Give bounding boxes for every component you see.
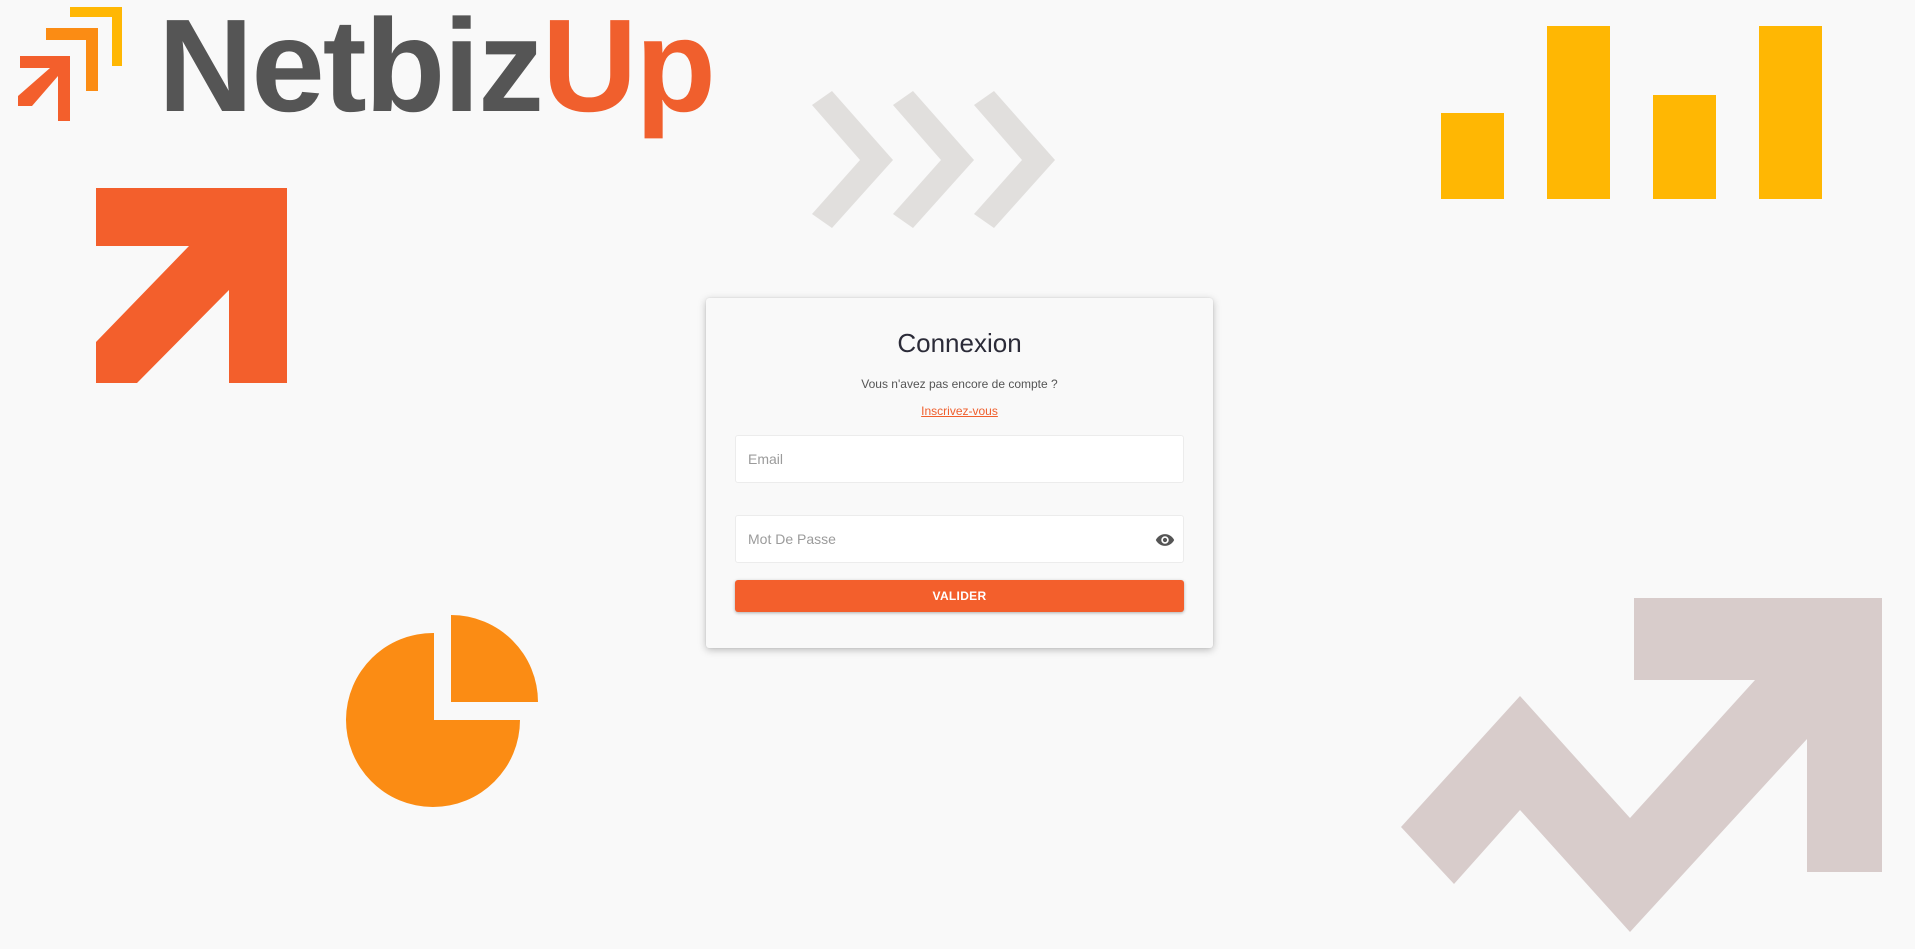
brand-name: NetbizUp (158, 0, 716, 132)
password-field-wrapper (735, 515, 1184, 563)
brand-logo: NetbizUp (18, 0, 716, 146)
login-card: Connexion Vous n'avez pas encore de comp… (706, 298, 1213, 648)
no-account-text: Vous n'avez pas encore de compte ? (861, 377, 1058, 391)
brand-name-part1: Netbiz (158, 0, 544, 139)
signup-link[interactable]: Inscrivez-vous (706, 404, 1213, 418)
chevrons-right-icon (812, 91, 1055, 228)
email-field[interactable] (736, 436, 1183, 482)
submit-button[interactable]: VALIDER (735, 580, 1184, 612)
brand-name-part2: Up (542, 0, 716, 139)
pie-chart-icon (346, 615, 538, 807)
bar-chart-icon (1441, 26, 1822, 199)
email-field-wrapper (735, 435, 1184, 483)
login-title: Connexion (897, 328, 1022, 358)
arrow-up-right-icon (96, 188, 287, 383)
eye-icon[interactable] (1155, 530, 1175, 550)
trend-up-icon (1401, 598, 1882, 932)
password-field[interactable] (736, 516, 1183, 562)
logo-arrows-icon (18, 7, 122, 121)
